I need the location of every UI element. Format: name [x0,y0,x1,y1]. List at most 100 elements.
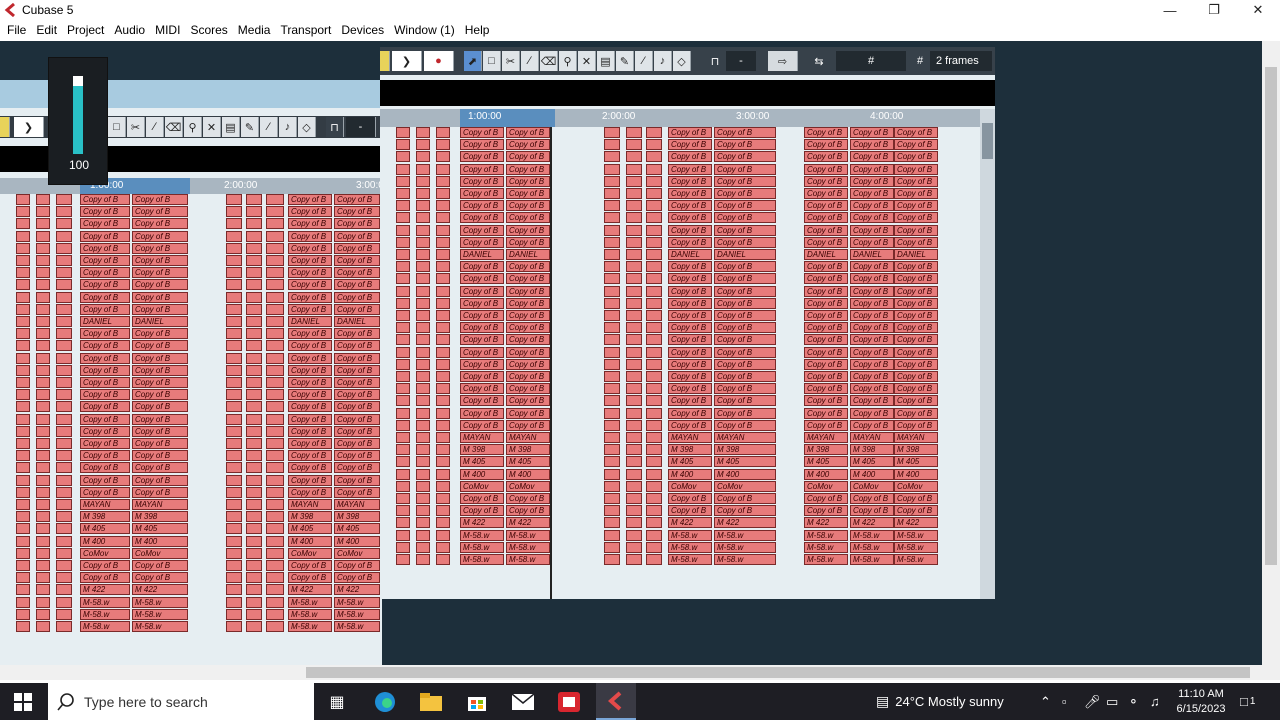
audio-event[interactable] [16,255,30,266]
audio-event[interactable]: M-58.w [132,608,188,620]
audio-event[interactable] [16,560,30,571]
audio-event[interactable] [396,261,410,273]
audio-event[interactable] [626,517,642,529]
audio-event[interactable]: Copy of B [804,505,848,517]
audio-event[interactable]: Copy of B [668,419,712,431]
tray-app-button[interactable]: ▫ [1062,683,1067,720]
audio-event[interactable] [626,456,642,468]
audio-event[interactable]: Copy of B [850,236,894,248]
app-red-button[interactable] [554,688,584,716]
audio-event[interactable] [226,242,242,254]
audio-event[interactable]: Copy of B [804,163,848,175]
audio-event[interactable] [416,285,430,297]
audio-event[interactable] [36,425,50,437]
audio-event[interactable] [16,438,30,449]
audio-event[interactable]: Copy of B [850,285,894,297]
audio-event[interactable]: M-58.w [460,529,504,541]
audio-event[interactable]: M 405 [894,456,938,468]
audio-event[interactable] [56,242,72,254]
audio-event[interactable] [36,291,50,303]
menu-window[interactable]: Window (1) [389,20,460,41]
audio-event[interactable]: Copy of B [80,486,130,498]
audio-event[interactable]: Copy of B [668,163,712,175]
audio-event[interactable] [396,212,410,224]
audio-event[interactable] [626,200,642,212]
audio-event[interactable] [266,413,284,425]
audio-event[interactable] [16,474,30,486]
audio-event[interactable]: M 422 [894,517,938,529]
audio-event[interactable]: M-58.w [894,541,938,553]
audio-event[interactable]: Copy of B [714,383,776,395]
clock[interactable]: 11:10 AM 6/15/2023 [1174,683,1228,720]
audio-event[interactable] [266,401,284,413]
audio-event[interactable]: M 398 [668,444,712,456]
audio-event[interactable] [226,413,242,425]
audio-event[interactable] [16,206,30,218]
audio-event[interactable] [246,364,262,376]
audio-event[interactable]: Copy of B [460,310,504,321]
audio-event[interactable] [416,151,430,163]
audio-event[interactable] [626,273,642,285]
audio-event[interactable]: M-58.w [334,621,380,632]
audio-event[interactable]: Copy of B [850,261,894,273]
audio-event[interactable]: Copy of B [714,395,776,407]
audio-event[interactable]: M 400 [668,468,712,480]
weather-widget[interactable]: ▤ 24°C Mostly sunny [876,683,1004,720]
audio-event[interactable] [226,486,242,498]
audio-event[interactable] [604,432,620,443]
audio-event[interactable] [56,621,72,632]
audio-event[interactable] [396,432,410,443]
audio-event[interactable]: Copy of B [334,230,380,242]
audio-event[interactable]: M 398 [894,444,938,456]
audio-event[interactable]: Copy of B [850,151,894,163]
audio-event[interactable] [36,584,50,596]
audio-event[interactable]: Copy of B [894,383,938,395]
audio-event[interactable]: Copy of B [850,139,894,151]
audio-event[interactable]: MAYAN [804,432,848,443]
audio-event[interactable] [436,529,450,541]
audio-event[interactable]: Copy of B [804,493,848,504]
audio-event[interactable] [646,175,662,187]
audio-event[interactable]: Copy of B [80,462,130,474]
audio-event[interactable] [16,413,30,425]
audio-event[interactable]: Copy of B [506,151,550,163]
audio-event[interactable]: DANIEL [894,249,938,260]
audio-event[interactable] [396,249,410,260]
audio-event[interactable]: Copy of B [288,279,332,291]
audio-event[interactable] [246,401,262,413]
audio-event[interactable] [266,450,284,462]
audio-event[interactable] [436,212,450,224]
audio-event[interactable] [226,340,242,352]
audio-event[interactable] [604,395,620,407]
menu-help[interactable]: Help [460,20,495,41]
audio-event[interactable] [226,291,242,303]
audio-event[interactable] [436,395,450,407]
audio-event[interactable]: M-58.w [714,529,776,541]
audio-event[interactable]: Copy of B [804,334,848,346]
audio-event[interactable] [436,188,450,199]
audio-event[interactable]: Copy of B [850,334,894,346]
audio-event[interactable] [416,517,430,529]
audio-event[interactable]: Copy of B [80,242,130,254]
audio-event[interactable]: MAYAN [460,432,504,443]
audio-event[interactable]: Copy of B [668,139,712,151]
audio-event[interactable]: Copy of B [506,212,550,224]
audio-event[interactable] [416,310,430,321]
audio-event[interactable] [246,316,262,327]
audio-event[interactable]: MAYAN [506,432,550,443]
audio-event[interactable] [604,468,620,480]
audio-event[interactable]: Copy of B [132,486,188,498]
audio-event[interactable]: Copy of B [288,462,332,474]
audio-event[interactable] [266,218,284,230]
audio-event[interactable]: Copy of B [506,407,550,419]
audio-event[interactable]: M 422 [668,517,712,529]
back-glue-tool[interactable]: ∕ [146,117,164,137]
audio-event[interactable]: Copy of B [460,395,504,407]
audio-event[interactable]: M 405 [850,456,894,468]
audio-event[interactable]: CoMov [850,480,894,492]
audio-event[interactable] [646,395,662,407]
audio-event[interactable]: Copy of B [850,371,894,382]
audio-event[interactable] [226,255,242,266]
tray-overflow-button[interactable]: ⌃ [1040,683,1051,720]
audio-event[interactable] [604,456,620,468]
